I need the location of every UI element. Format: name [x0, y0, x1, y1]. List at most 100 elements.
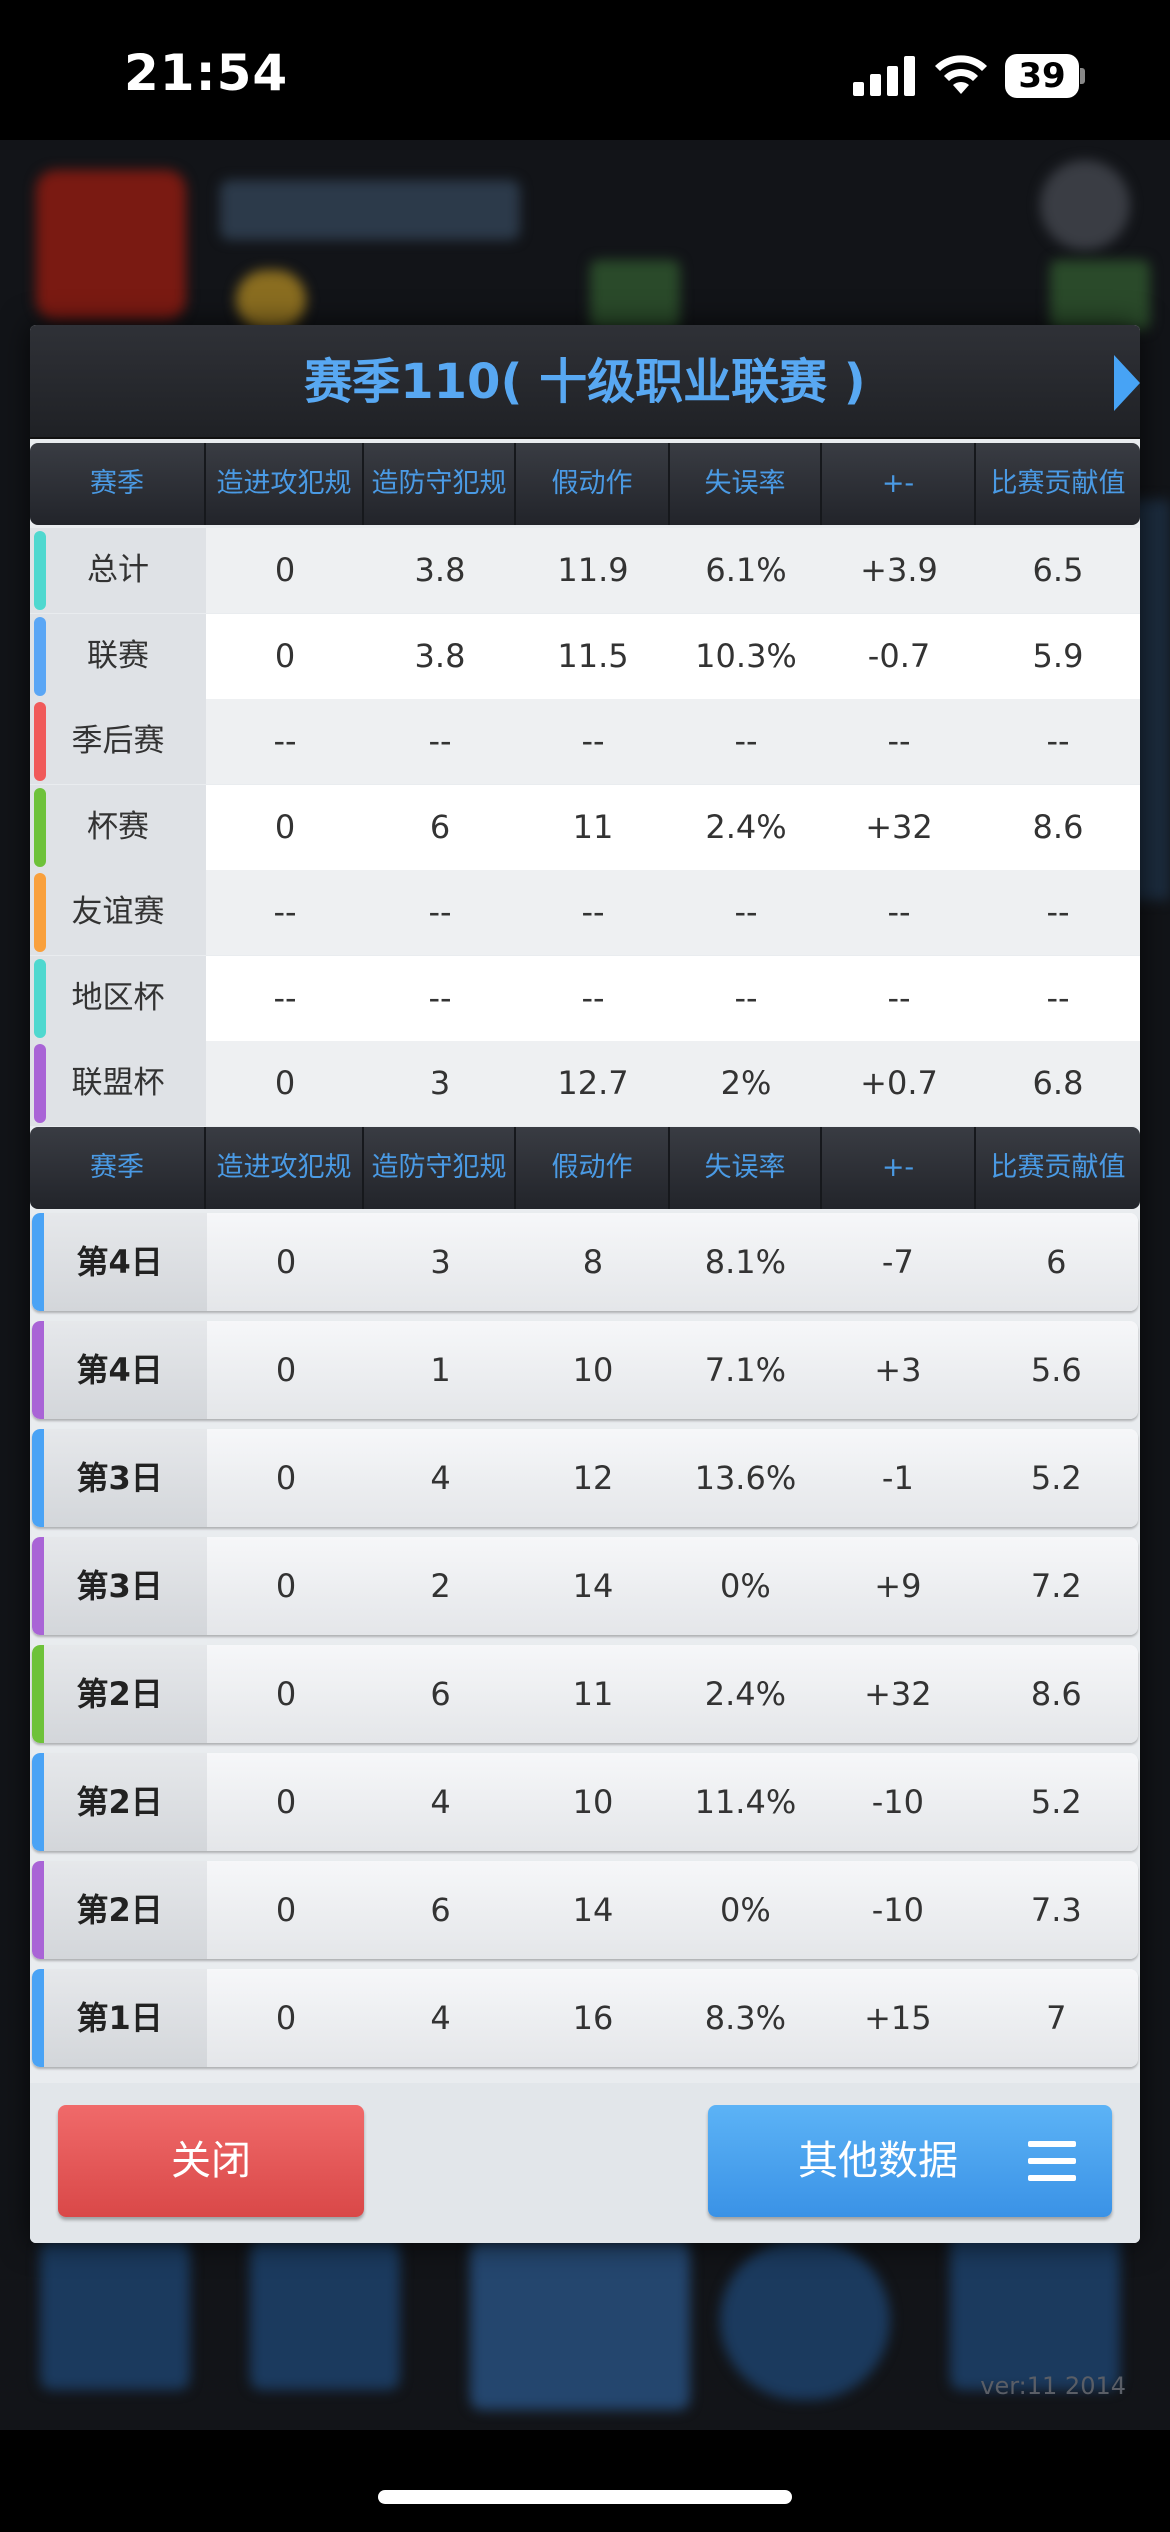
cell-defensive-foul-drawn: --	[428, 893, 452, 931]
cell-plus-minus: +3.9	[860, 551, 938, 589]
cell-turnover-rate: 6.1%	[705, 551, 787, 589]
summary-row: 友谊赛 -- -- -- -- -- --	[30, 870, 1140, 955]
summary-table-header: 赛季 造进攻犯规 造防守犯规 假动作 失误率 +- 比赛贡献值	[30, 443, 1140, 525]
cell-contribution: 7.3	[1030, 1891, 1082, 1929]
status-time: 21:54	[124, 44, 289, 102]
column-header-offensive-foul-drawn: 造进攻犯规	[206, 443, 364, 525]
cell-turnover-rate: 2.4%	[704, 1675, 787, 1713]
category-color-stripe	[32, 1969, 44, 2067]
cell-contribution: --	[1046, 893, 1070, 931]
cell-fakes: --	[581, 893, 605, 931]
version-label: ver:11 2014	[980, 2372, 1126, 2400]
cell-offensive-foul-drawn: 0	[275, 1351, 297, 1389]
category-color-stripe	[34, 702, 46, 781]
column-header-defensive-foul-drawn: 造防守犯规	[364, 1127, 516, 1209]
cell-offensive-foul-drawn: 0	[274, 1064, 296, 1102]
game-log-row[interactable]: 第2日 0 4 10 11.4% -10 5.2	[32, 1753, 1138, 1851]
cell-fakes: 10	[572, 1783, 614, 1821]
dialog-footer: 关闭 其他数据	[30, 2083, 1140, 2243]
summary-row: 季后赛 -- -- -- -- -- --	[30, 699, 1140, 784]
cell-plus-minus: +32	[864, 1675, 932, 1713]
gear-icon	[1040, 160, 1130, 250]
cell-offensive-foul-drawn: 0	[275, 1567, 297, 1605]
cell-offensive-foul-drawn: --	[273, 978, 297, 1017]
cell-defensive-foul-drawn: 2	[430, 1567, 451, 1605]
team-name-blur	[220, 180, 520, 240]
cell-offensive-foul-drawn: 0	[275, 1783, 297, 1821]
cell-turnover-rate: 8.3%	[704, 1999, 787, 2037]
game-log-row[interactable]: 第3日 0 4 12 13.6% -1 5.2	[32, 1429, 1138, 1527]
summary-row-label: 联盟杯	[30, 1041, 206, 1126]
game-day-label: 第4日	[32, 1213, 208, 1311]
cell-fakes: 16	[572, 1999, 614, 2037]
summary-row: 联赛 0 3.8 11.5 10.3% -0.7 5.9	[30, 613, 1140, 699]
cell-turnover-rate: 2.4%	[705, 807, 787, 846]
menu-chat-icon	[720, 2240, 890, 2400]
column-header-contribution: 比赛贡献值	[990, 468, 1126, 499]
cell-plus-minus: -7	[881, 1243, 914, 1281]
cell-offensive-foul-drawn: 0	[275, 1891, 297, 1929]
summary-row-label: 友谊赛	[30, 870, 206, 955]
cell-plus-minus: +15	[864, 1999, 932, 2037]
home-indicator[interactable]	[378, 2490, 792, 2504]
cell-fakes: 14	[572, 1891, 614, 1929]
cell-defensive-foul-drawn: 3.8	[414, 636, 466, 675]
category-color-stripe	[32, 1753, 44, 1851]
column-header-season: 赛季	[30, 443, 206, 525]
cell-defensive-foul-drawn: 4	[430, 1999, 451, 2037]
summary-row: 地区杯 -- -- -- -- -- --	[30, 955, 1140, 1041]
cell-plus-minus: --	[887, 893, 911, 931]
next-season-arrow-icon[interactable]	[1114, 355, 1140, 411]
summary-row-label: 杯赛	[30, 784, 206, 870]
cell-contribution: 6.8	[1032, 1064, 1084, 1102]
team-logo	[36, 170, 186, 320]
cell-fakes: 11	[572, 1675, 614, 1713]
cell-fakes: 12.7	[557, 1064, 629, 1102]
close-button[interactable]: 关闭	[58, 2105, 364, 2217]
cell-contribution: 6.5	[1032, 551, 1084, 589]
game-day-label: 第3日	[32, 1429, 208, 1527]
cell-turnover-rate: 13.6%	[694, 1459, 797, 1497]
cell-offensive-foul-drawn: 0	[274, 807, 296, 846]
game-day-label: 第2日	[32, 1645, 208, 1743]
game-log-row[interactable]: 第3日 0 2 14 0% +9 7.2	[32, 1537, 1138, 1635]
cell-offensive-foul-drawn: 0	[275, 1243, 297, 1281]
cell-turnover-rate: 0%	[720, 1891, 771, 1929]
cell-fakes: --	[581, 722, 605, 760]
cell-defensive-foul-drawn: 3	[429, 1064, 451, 1102]
game-day-label: 第1日	[32, 1969, 208, 2067]
cell-fakes: 10	[572, 1351, 614, 1389]
column-header-turnover-rate: 失误率	[670, 1127, 822, 1209]
cell-fakes: 14	[572, 1567, 614, 1605]
category-color-stripe	[32, 1213, 44, 1311]
cell-defensive-foul-drawn: 6	[429, 807, 451, 846]
cell-turnover-rate: 8.1%	[704, 1243, 787, 1281]
cell-contribution: 7	[1046, 1999, 1067, 2037]
bottom-bar	[0, 2430, 1170, 2532]
cell-turnover-rate: --	[734, 893, 758, 931]
cell-offensive-foul-drawn: 0	[274, 636, 296, 675]
game-log-row[interactable]: 第2日 0 6 14 0% -10 7.3	[32, 1861, 1138, 1959]
other-data-button[interactable]: 其他数据	[708, 2105, 1112, 2217]
cell-fakes: 12	[572, 1459, 614, 1497]
cell-fakes: 8	[582, 1243, 604, 1281]
game-log-row[interactable]: 第1日 0 4 16 8.3% +15 7	[32, 1969, 1138, 2067]
game-log-row[interactable]: 第4日 0 3 8 8.1% -7 6	[32, 1213, 1138, 1311]
cell-contribution: --	[1046, 722, 1070, 760]
menu-icon	[1028, 2141, 1076, 2181]
game-log-row[interactable]: 第4日 0 1 10 7.1% +3 5.6	[32, 1321, 1138, 1419]
cell-contribution: 5.2	[1030, 1459, 1082, 1497]
menu-yen-icon	[250, 2240, 400, 2390]
game-log-row[interactable]: 第2日 0 6 11 2.4% +32 8.6	[32, 1645, 1138, 1743]
cell-offensive-foul-drawn: 0	[275, 1675, 297, 1713]
cell-plus-minus: +3	[874, 1351, 922, 1389]
wifi-icon	[935, 55, 987, 94]
cell-contribution: 5.9	[1032, 636, 1084, 675]
menu-up-icon	[950, 2230, 1120, 2390]
cell-offensive-foul-drawn: --	[273, 722, 297, 760]
cell-contribution: --	[1046, 978, 1070, 1017]
column-header-defensive-foul-drawn: 造防守犯规	[364, 443, 516, 525]
coin-icon	[236, 270, 306, 330]
column-header-plus-minus: +-	[822, 1127, 976, 1209]
category-color-stripe	[32, 1861, 44, 1959]
